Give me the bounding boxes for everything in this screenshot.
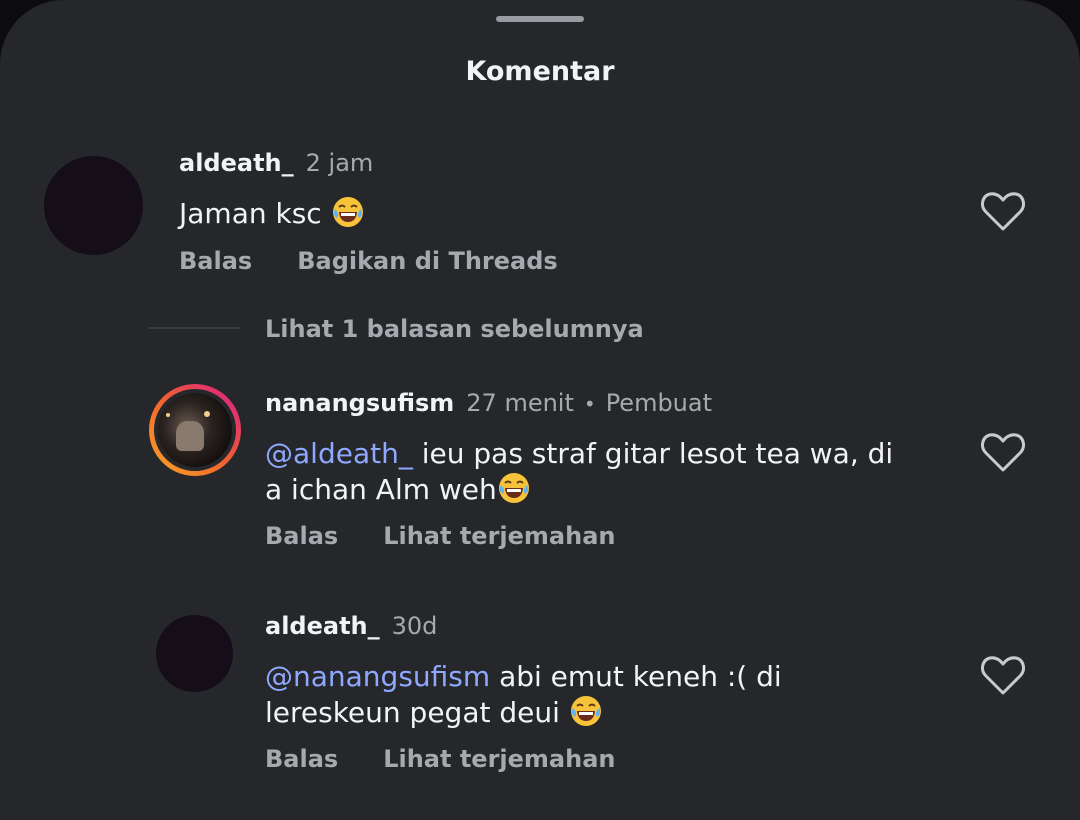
threads-mention-icon: @	[265, 660, 293, 693]
reply-button[interactable]: Balas	[265, 521, 338, 551]
threads-mention-icon: @	[265, 437, 293, 470]
heart-outline-icon[interactable]	[980, 654, 1026, 696]
mention-link[interactable]: aldeath_	[293, 437, 413, 470]
translate-button[interactable]: Lihat terjemahan	[383, 744, 615, 774]
comment-body: Jaman ksc	[179, 197, 322, 230]
replies-divider	[148, 327, 240, 329]
timestamp: 2 jam	[305, 149, 374, 177]
reply-body-line1: ieu pas straf gitar lesot tea wa, di	[412, 437, 894, 470]
reply-header: aldeath_ 30d	[265, 611, 437, 641]
reply-body-line2: a ichan Alm weh	[265, 473, 497, 506]
face-with-tears-of-joy-emoji	[331, 195, 365, 229]
reply-actions: Balas Lihat terjemahan	[265, 744, 616, 774]
separator-dot: •	[583, 392, 596, 416]
timestamp: 27 menit	[466, 389, 574, 417]
comments-sheet: Komentar aldeath_ 2 jam Jaman ksc Balas …	[0, 0, 1080, 820]
reply-body-line2: lereskeun pegat deui	[265, 696, 560, 729]
creator-badge: Pembuat	[605, 389, 713, 417]
reply-text: @nanangsufism abi emut keneh :( di leres…	[265, 659, 925, 730]
reply-body-line1: abi emut keneh :( di	[490, 660, 782, 693]
sheet-title: Komentar	[465, 56, 615, 87]
comment-actions: Balas Bagikan di Threads	[179, 246, 558, 276]
reply-text: @aldeath_ ieu pas straf gitar lesot tea …	[265, 436, 925, 507]
reply-button[interactable]: Balas	[265, 744, 338, 774]
avatar[interactable]	[156, 615, 233, 692]
reply-header: nanangsufism 27 menit • Pembuat	[265, 388, 712, 418]
timestamp: 30d	[391, 612, 438, 640]
face-with-tears-of-joy-emoji	[497, 471, 531, 505]
username[interactable]: aldeath_	[179, 148, 294, 178]
share-threads-button[interactable]: Bagikan di Threads	[297, 246, 557, 276]
avatar-story-ring[interactable]	[149, 384, 241, 476]
heart-outline-icon[interactable]	[980, 190, 1026, 232]
face-with-tears-of-joy-emoji	[569, 694, 603, 728]
username[interactable]: nanangsufism	[265, 388, 454, 418]
comment-header: aldeath_ 2 jam	[179, 148, 373, 178]
heart-outline-icon[interactable]	[980, 431, 1026, 473]
username[interactable]: aldeath_	[265, 611, 380, 641]
comment-text: Jaman ksc	[179, 195, 365, 231]
drag-handle[interactable]	[496, 16, 584, 22]
view-previous-replies-button[interactable]: Lihat 1 balasan sebelumnya	[265, 314, 644, 344]
translate-button[interactable]: Lihat terjemahan	[383, 521, 615, 551]
mention-link[interactable]: nanangsufism	[293, 660, 490, 693]
reply-button[interactable]: Balas	[179, 246, 252, 276]
avatar[interactable]	[44, 156, 143, 255]
avatar	[158, 393, 232, 467]
reply-actions: Balas Lihat terjemahan	[265, 521, 616, 551]
